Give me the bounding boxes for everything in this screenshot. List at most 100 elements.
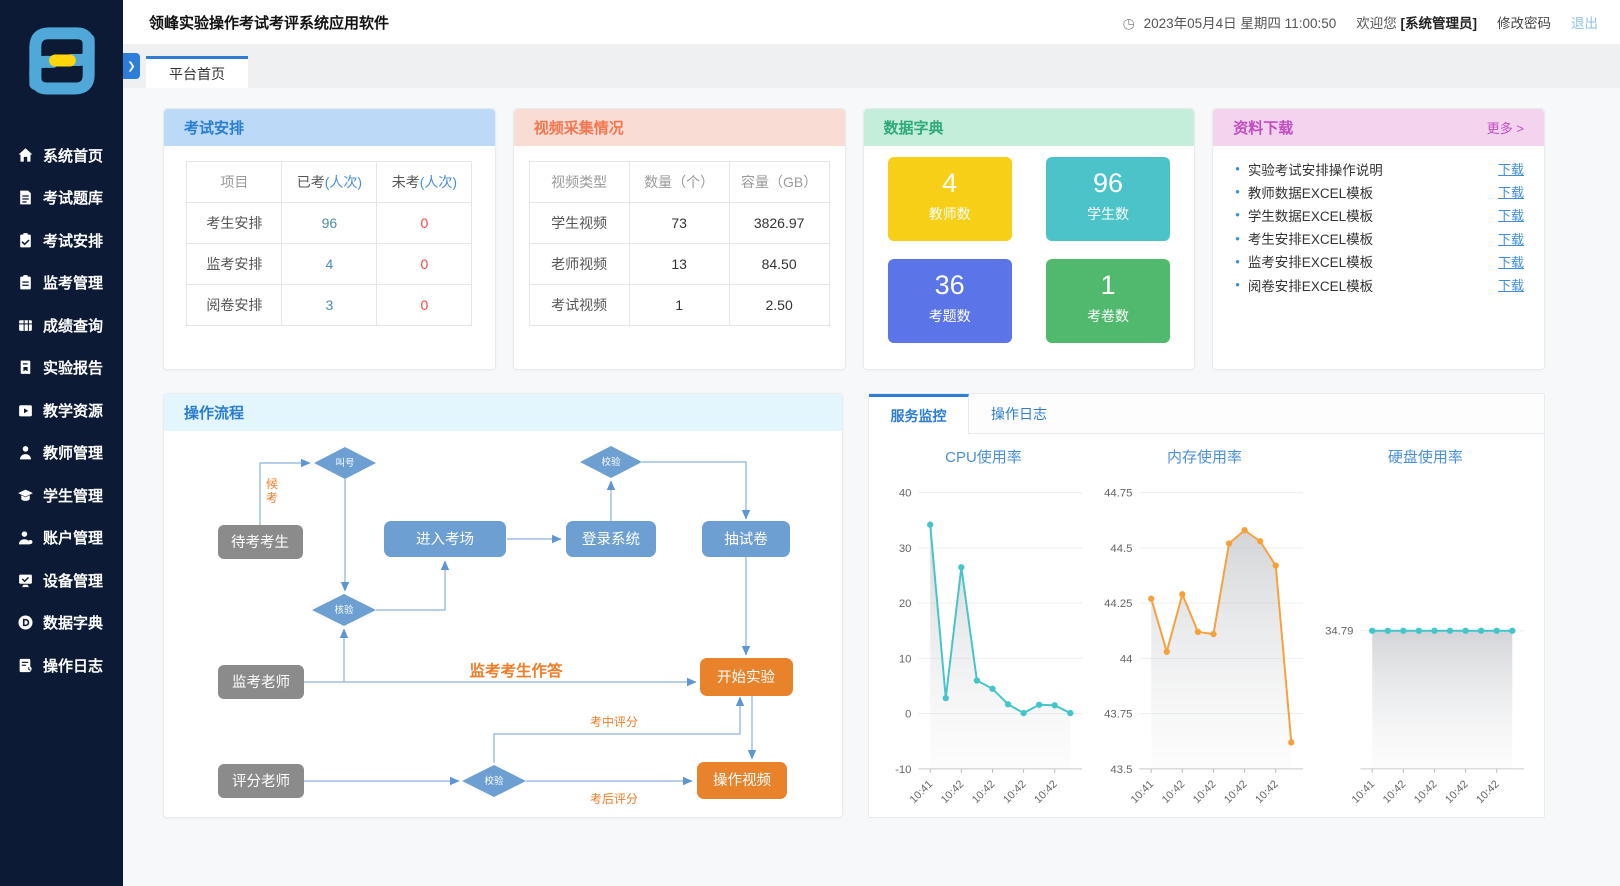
tab-platform-home[interactable]: 平台首页 [146, 56, 248, 88]
svg-text:10:42: 10:42 [1160, 778, 1188, 806]
flow-node-verify: 核验 [334, 604, 354, 616]
svg-text:10:42: 10:42 [1474, 778, 1502, 806]
teacher-icon [17, 444, 34, 461]
card-data-dictionary-header: 数据字典 [864, 109, 1195, 146]
sidebar-item-scores[interactable]: 成绩查询 [0, 304, 123, 347]
sidebar-item-question-bank[interactable]: 考试题库 [0, 177, 123, 220]
scores-icon [17, 317, 34, 334]
table-row: 学生视频733826.97 [529, 203, 829, 244]
download-link[interactable]: 下载 [1498, 229, 1524, 248]
svg-text:10:41: 10:41 [1129, 778, 1157, 806]
download-link[interactable]: 下载 [1498, 275, 1524, 294]
row-label: 考生安排 [187, 203, 282, 244]
sidebar-item-label: 实验报告 [43, 357, 103, 378]
sidebar-item-label: 教学资源 [43, 400, 103, 421]
dictionary-icon [17, 614, 34, 631]
monitor-charts: CPU使用率403020100-1010:4110:4210:4210:4210… [869, 434, 1544, 819]
flow-node-proctor-teacher: 监考老师 [232, 674, 290, 691]
dict-tile-学生数: 96学生数 [1046, 157, 1170, 241]
data-dictionary-tiles: 4教师数96学生数36考题数1考卷数 [864, 146, 1195, 354]
sidebar-item-device[interactable]: 设备管理 [0, 559, 123, 602]
sidebar-item-exam-schedule[interactable]: 考试安排 [0, 219, 123, 262]
flow-node-check-top: 校验 [601, 456, 621, 468]
downloads-more-link[interactable]: 更多 > [1487, 118, 1524, 137]
student-icon [17, 487, 34, 504]
download-item: •实验考试安排操作说明下载 [1235, 157, 1524, 180]
svg-text:10:42: 10:42 [1381, 778, 1409, 806]
home-icon [17, 147, 34, 164]
question-bank-icon [17, 189, 34, 206]
download-link[interactable]: 下载 [1498, 205, 1524, 224]
flow-node-enter-room: 进入考场 [416, 531, 474, 548]
svg-text:10:42: 10:42 [1222, 778, 1250, 806]
svg-text:10:42: 10:42 [1191, 778, 1219, 806]
tile-label: 考卷数 [1046, 306, 1170, 326]
sidebar-item-label: 设备管理 [43, 570, 103, 591]
flow-node-draw-paper: 抽试卷 [724, 531, 768, 548]
bullet-icon: • [1235, 161, 1240, 176]
download-link[interactable]: 下载 [1498, 252, 1524, 271]
tile-value: 36 [888, 270, 1012, 301]
chart-title: CPU使用率 [873, 446, 1094, 467]
app-logo [0, 0, 123, 112]
operation-log-icon [17, 657, 34, 674]
sidebar-item-account[interactable]: 账户管理 [0, 517, 123, 560]
logout-link[interactable]: 退出 [1571, 12, 1598, 32]
svg-text:10:42: 10:42 [939, 778, 967, 806]
svg-text:10:42: 10:42 [1443, 778, 1471, 806]
sidebar-item-proctor[interactable]: 监考管理 [0, 262, 123, 305]
sidebar-item-teaching-resources[interactable]: 教学资源 [0, 389, 123, 432]
sidebar-item-label: 考试题库 [43, 187, 103, 208]
sidebar-item-label: 教师管理 [43, 442, 103, 463]
tile-label: 教师数 [888, 204, 1012, 224]
table-row: 老师视频1384.50 [529, 244, 829, 285]
card-downloads-title: 资料下载 [1233, 117, 1293, 138]
svg-text:10: 10 [899, 653, 912, 665]
page-title: 领峰实验操作考试考评系统应用软件 [149, 12, 389, 33]
card-video-capture-header: 视频采集情况 [514, 109, 845, 146]
bullet-icon: • [1235, 231, 1240, 246]
table-column-header: 视频类型 [529, 162, 629, 203]
bullet-icon: • [1235, 184, 1240, 199]
sidebar-menu: 系统首页考试题库考试安排监考管理成绩查询实验报告教学资源教师管理学生管理账户管理… [0, 134, 123, 687]
download-link[interactable]: 下载 [1498, 182, 1524, 201]
sidebar-item-lab-report[interactable]: 实验报告 [0, 347, 123, 390]
sidebar-item-label: 系统首页 [43, 145, 103, 166]
sidebar-item-student[interactable]: 学生管理 [0, 474, 123, 517]
row-value[interactable]: 3 [282, 285, 377, 326]
clock-icon: ◷ [1123, 15, 1135, 31]
change-password-link[interactable]: 修改密码 [1497, 12, 1551, 32]
row-value[interactable]: 96 [282, 203, 377, 244]
chart-title: 硬盘使用率 [1315, 446, 1536, 467]
top-bar: 领峰实验操作考试考评系统应用软件 ◷ 2023年05月4日 星期四 11:00:… [123, 0, 1620, 44]
tab-service-monitor[interactable]: 服务监控 [869, 394, 969, 434]
tab-operation-log[interactable]: 操作日志 [969, 394, 1069, 433]
card-exam-schedule-title: 考试安排 [184, 117, 244, 138]
sidebar-item-operation-log[interactable]: 操作日志 [0, 644, 123, 687]
row-value: 2.50 [729, 285, 829, 326]
svg-text:10:42: 10:42 [970, 778, 998, 806]
sidebar-item-dictionary[interactable]: 数据字典 [0, 602, 123, 645]
row-label: 学生视频 [529, 203, 629, 244]
flow-label-scoring-during: 考中评分 [590, 714, 638, 729]
svg-text:10:42: 10:42 [1032, 778, 1060, 806]
device-icon [17, 572, 34, 589]
svg-text:30: 30 [899, 543, 912, 555]
sidebar-item-label: 数据字典 [43, 612, 103, 633]
download-item-name: 阅卷安排EXCEL模板 [1248, 275, 1373, 295]
svg-text:10:42: 10:42 [1253, 778, 1281, 806]
sidebar-collapse-button[interactable]: ❯ [123, 53, 140, 79]
download-item-name: 监考安排EXCEL模板 [1248, 251, 1373, 271]
card-data-dictionary-title: 数据字典 [884, 117, 944, 138]
row-value: 13 [629, 244, 729, 285]
svg-text:-10: -10 [895, 764, 911, 776]
row-value[interactable]: 4 [282, 244, 377, 285]
sidebar-item-teacher[interactable]: 教师管理 [0, 432, 123, 475]
flow-node-start-experiment: 开始实验 [717, 669, 775, 686]
svg-text:34.79: 34.79 [1325, 626, 1353, 638]
sidebar-item-home[interactable]: 系统首页 [0, 134, 123, 177]
svg-text:10:42: 10:42 [1412, 778, 1440, 806]
chart-cpu: CPU使用率403020100-1010:4110:4210:4210:4210… [873, 440, 1094, 819]
table-column-header: 已考(人次) [282, 162, 377, 203]
download-link[interactable]: 下载 [1498, 159, 1524, 178]
